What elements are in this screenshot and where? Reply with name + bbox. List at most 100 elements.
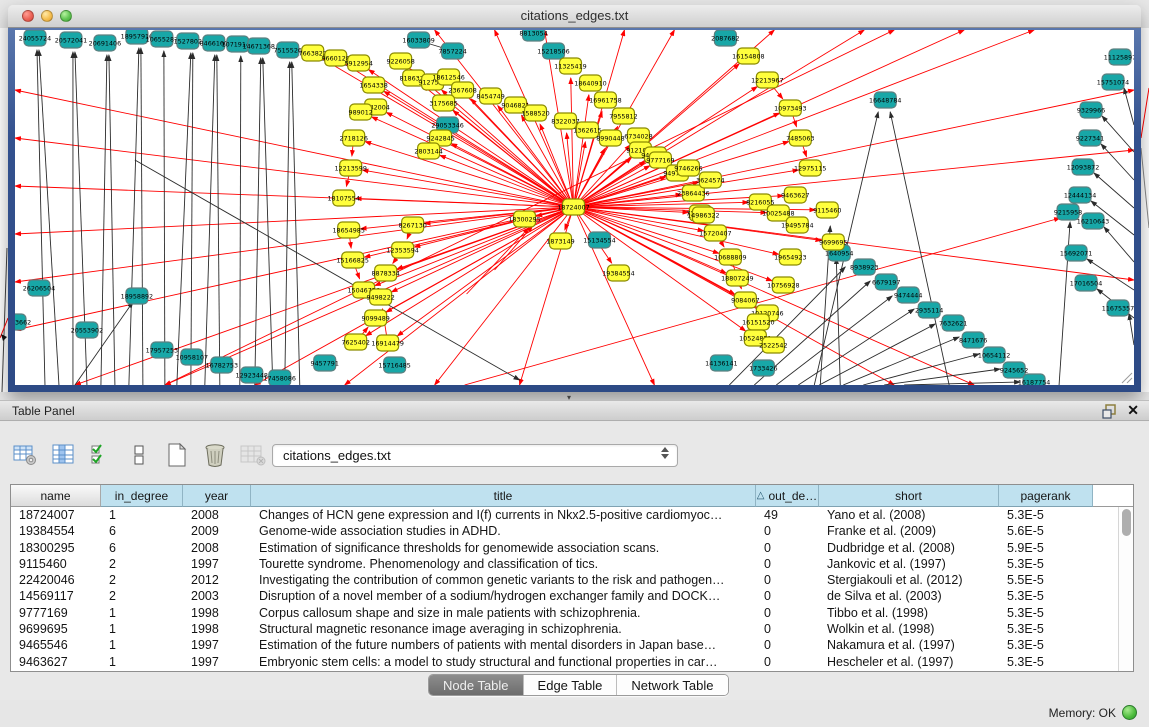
table-cell-in_degree[interactable]: 1: [101, 605, 183, 621]
table-cell-out_de[interactable]: 0: [756, 572, 819, 588]
network-node[interactable]: 9329966: [1077, 102, 1105, 118]
table-cell-title[interactable]: Embryonic stem cells: a model to study s…: [251, 654, 756, 670]
network-node[interactable]: 2522542: [759, 337, 787, 353]
black-edge[interactable]: [37, 50, 45, 385]
table-cell-title[interactable]: Structural magnetic resonance image aver…: [251, 621, 756, 637]
table-selector-dropdown[interactable]: citations_edges.txt: [272, 444, 678, 467]
network-node[interactable]: 9746266: [674, 160, 702, 176]
table-row[interactable]: 2242004622012Investigating the contribut…: [11, 572, 1133, 588]
network-node[interactable]: 9084067: [731, 292, 759, 308]
black-edge[interactable]: [191, 53, 193, 385]
table-row[interactable]: 1938455462009Genome-wide association stu…: [11, 523, 1133, 539]
network-node[interactable]: 11325419: [554, 58, 586, 74]
network-node[interactable]: 14136141: [705, 355, 737, 371]
table-scrollbar[interactable]: [1118, 507, 1133, 671]
table-cell-year[interactable]: 1997: [183, 637, 251, 653]
network-node[interactable]: 11675357: [1102, 300, 1134, 316]
black-edge[interactable]: [141, 48, 143, 385]
network-node[interactable]: 3624574: [696, 172, 724, 188]
table-cell-short[interactable]: Tibbo et al. (1998): [819, 605, 999, 621]
black-edge[interactable]: [39, 50, 59, 385]
network-node[interactable]: 17016504: [1070, 275, 1102, 291]
table-cell-year[interactable]: 2009: [183, 523, 251, 539]
table-cell-in_degree[interactable]: 6: [101, 540, 183, 556]
table-cell-out_de[interactable]: 0: [756, 556, 819, 572]
black-edge[interactable]: [217, 55, 220, 385]
network-node[interactable]: 8878334: [371, 265, 399, 281]
table-cell-name[interactable]: 18724007: [11, 507, 101, 523]
table-row[interactable]: 1872400712008Changes of HCN gene express…: [11, 507, 1133, 523]
black-edge[interactable]: [285, 62, 290, 385]
network-node[interactable]: 8938923: [850, 259, 878, 275]
network-node[interactable]: 16961758: [589, 92, 621, 108]
network-node[interactable]: 24055724: [19, 30, 51, 46]
black-edge[interactable]: [890, 112, 949, 385]
table-cell-in_degree[interactable]: 1: [101, 637, 183, 653]
black-edge[interactable]: [1101, 144, 1134, 180]
network-node[interactable]: 6679197: [872, 274, 900, 290]
table-cell-in_degree[interactable]: 6: [101, 523, 183, 539]
table-cell-out_de[interactable]: 0: [756, 523, 819, 539]
select-columns-icon[interactable]: [88, 442, 114, 468]
black-edge[interactable]: [798, 309, 914, 385]
memory-status-indicator[interactable]: [1122, 705, 1137, 720]
network-node[interactable]: 16033662: [15, 314, 31, 330]
network-node[interactable]: 11125897: [1104, 49, 1134, 65]
black-edge[interactable]: [164, 51, 165, 385]
network-canvas[interactable]: 2405572420572041206914061895791610655287…: [15, 30, 1134, 385]
tab-network-table[interactable]: Network Table: [617, 675, 727, 695]
red-edge[interactable]: [467, 228, 529, 294]
network-node[interactable]: 15716485: [378, 357, 410, 373]
network-node[interactable]: 17957253: [146, 342, 178, 358]
column-header-pagerank[interactable]: pagerank: [999, 485, 1093, 507]
network-node[interactable]: 12093872: [1067, 159, 1099, 175]
column-header-year[interactable]: year: [183, 485, 251, 507]
network-node[interactable]: 9099489: [361, 310, 389, 326]
table-cell-year[interactable]: 1997: [183, 654, 251, 670]
new-table-icon[interactable]: [164, 442, 190, 468]
network-node[interactable]: 7625402: [341, 334, 369, 350]
table-cell-name[interactable]: 9463627: [11, 654, 101, 670]
table-cell-short[interactable]: Jankovic et al. (1997): [819, 556, 999, 572]
network-node[interactable]: 26206504: [23, 280, 55, 296]
table-cell-title[interactable]: Genome-wide association studies in ADHD.: [251, 523, 756, 539]
resize-grip[interactable]: [1119, 370, 1133, 384]
table-cell-out_de[interactable]: 0: [756, 540, 819, 556]
network-node[interactable]: 2935114: [915, 302, 943, 318]
table-cell-title[interactable]: Tourette syndrome. Phenomenology and cla…: [251, 556, 756, 572]
network-node[interactable]: 15751074: [1097, 74, 1129, 90]
row-height-icon[interactable]: [126, 442, 152, 468]
network-node[interactable]: 12353594: [386, 242, 418, 258]
network-node[interactable]: 18958892: [121, 288, 153, 304]
network-node[interactable]: 20691406: [89, 35, 121, 51]
table-cell-in_degree[interactable]: 1: [101, 654, 183, 670]
network-node[interactable]: 15218506: [537, 43, 569, 59]
network-node[interactable]: 10958107: [176, 349, 208, 365]
float-panel-icon[interactable]: [1102, 404, 1117, 424]
table-cell-pagerank[interactable]: 5.6E-5: [999, 523, 1093, 539]
table-cell-title[interactable]: Disruption of a novel member of a sodium…: [251, 588, 756, 604]
table-cell-title[interactable]: Investigating the contribution of common…: [251, 572, 756, 588]
network-node[interactable]: 9498222: [366, 289, 394, 305]
table-cell-name[interactable]: 14569117: [11, 588, 101, 604]
table-cell-out_de[interactable]: 0: [756, 654, 819, 670]
black-edge[interactable]: [1129, 314, 1134, 345]
table-row[interactable]: 977716911998Corpus callosum shape and si…: [11, 605, 1133, 621]
table-cell-out_de[interactable]: 0: [756, 605, 819, 621]
table-cell-in_degree[interactable]: 1: [101, 507, 183, 523]
table-cell-short[interactable]: Hescheler et al. (1997): [819, 654, 999, 670]
tab-edge-table[interactable]: Edge Table: [524, 675, 618, 695]
table-row[interactable]: 911546021997Tourette syndrome. Phenomeno…: [11, 556, 1133, 572]
table-cell-short[interactable]: Dudbridge et al. (2008): [819, 540, 999, 556]
table-cell-name[interactable]: 9699695: [11, 621, 101, 637]
table-cell-short[interactable]: Franke et al. (2009): [819, 523, 999, 539]
network-node[interactable]: 9115460: [813, 202, 841, 218]
table-cell-out_de[interactable]: 49: [756, 507, 819, 523]
network-node[interactable]: 9699695: [819, 234, 847, 250]
black-edge[interactable]: [101, 55, 107, 385]
network-node[interactable]: 15166825: [336, 252, 368, 268]
table-cell-pagerank[interactable]: 5.3E-5: [999, 556, 1093, 572]
delete-table-icon[interactable]: [202, 442, 228, 468]
table-cell-short[interactable]: de Silva et al. (2003): [819, 588, 999, 604]
table-cell-name[interactable]: 9465546: [11, 637, 101, 653]
